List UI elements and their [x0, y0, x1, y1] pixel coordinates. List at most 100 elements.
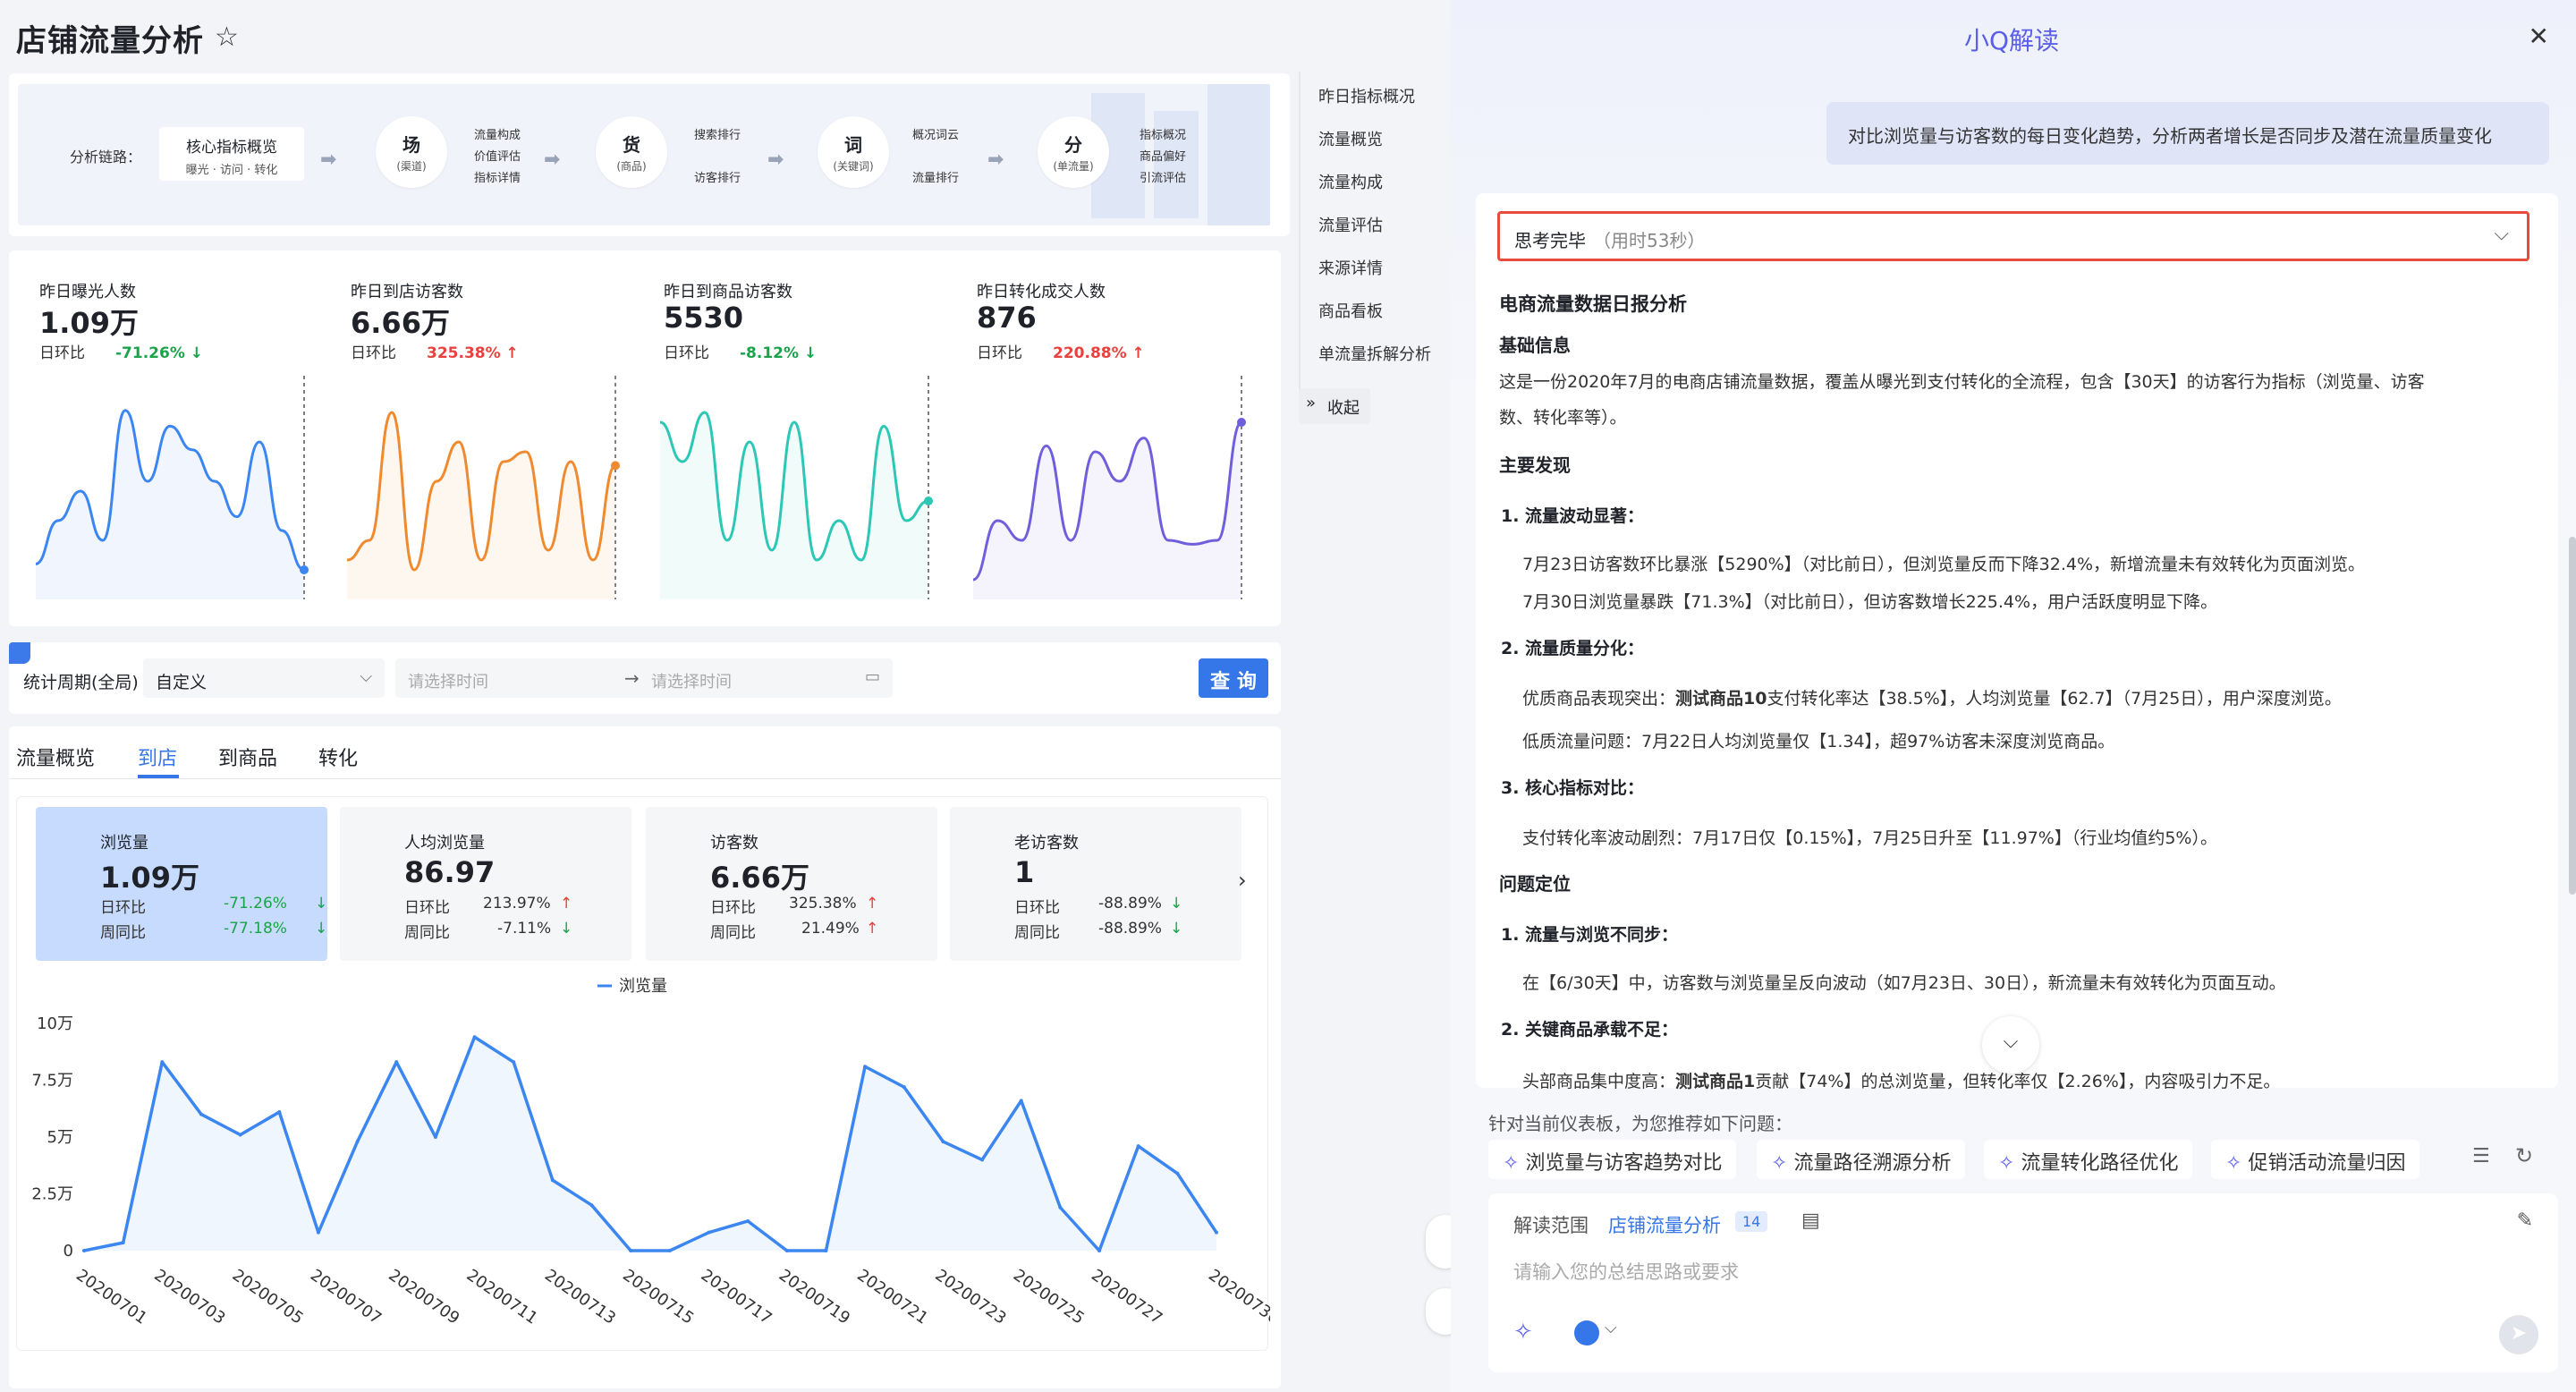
- answer-bold: 测试商品10: [1675, 689, 1767, 709]
- kpi-conversion: 昨日转化成交人数 876 日环比 220.88% ↑: [955, 250, 1268, 626]
- metric-r2: -7.11%: [497, 920, 552, 938]
- sidebar-item[interactable]: 昨日指标概况: [1318, 84, 1415, 107]
- kpi-change: -71.26%: [115, 344, 185, 362]
- date-range-picker[interactable]: 请选择时间 → 请选择时间 ▭: [395, 658, 893, 698]
- list-icon[interactable]: ☰: [2472, 1145, 2490, 1167]
- sidebar-item[interactable]: 流量评估: [1318, 213, 1383, 236]
- kpi-exposure: 昨日曝光人数 1.09万 日环比 -71.26% ↓: [9, 250, 322, 626]
- x-tick-label: 20200703: [150, 1266, 228, 1328]
- y-tick-label: 5万: [47, 1128, 73, 1147]
- thinking-toggle[interactable]: 思考完毕 （用时53秒） ⌵: [1497, 211, 2529, 261]
- series-point: [199, 1112, 203, 1116]
- kpi-store-visitors: 昨日到店访客数 6.66万 日环比 325.38% ↑: [329, 250, 642, 626]
- answer-heading: 电商流量数据日报分析: [1499, 293, 1687, 315]
- dashboard-icon[interactable]: ▤: [1801, 1210, 1820, 1232]
- refresh-icon[interactable]: ↻: [2515, 1143, 2533, 1168]
- send-button[interactable]: ➤: [2499, 1315, 2538, 1354]
- section-heading: 主要发现: [1499, 454, 1571, 476]
- kpi-sparkline: [346, 376, 620, 599]
- x-tick-label: 20200717: [698, 1266, 775, 1328]
- chain-node-goods[interactable]: 货 (商品): [596, 116, 667, 188]
- finding-title: 2. 关键商品承载不足：: [1501, 1020, 1679, 1040]
- chain-sub-item[interactable]: 搜索排行: [694, 125, 741, 142]
- close-icon[interactable]: ✕: [2529, 21, 2549, 51]
- arrow-icon: ➡: [767, 149, 784, 171]
- end-date-placeholder: 请选择时间: [651, 673, 732, 692]
- kpi-title: 昨日转化成交人数: [977, 283, 1106, 301]
- tab-goods[interactable]: 到商品: [218, 743, 277, 771]
- kpi-title: 昨日到店访客数: [351, 283, 463, 301]
- chain-node-single[interactable]: 分 (单流量): [1038, 116, 1109, 188]
- metric-card-old-visitors[interactable]: 老访客数 1 日环比 -88.89% ↓ 周同比 -88.89% ↓: [950, 807, 1241, 961]
- kpi-value: 876: [977, 301, 1037, 335]
- series-point: [1175, 1171, 1180, 1176]
- magic-icon[interactable]: ✧: [1513, 1319, 1533, 1345]
- sidebar-item[interactable]: 来源详情: [1318, 256, 1383, 279]
- chain-sub-item[interactable]: 流量构成: [474, 125, 521, 142]
- chain-sub-item[interactable]: 概况词云: [912, 125, 959, 142]
- analysis-chain-card: 分析链路： 核心指标概览 曝光 · 访问 · 转化 ➡ 场 (渠道) 流量构成 …: [9, 73, 1290, 236]
- suggestion-chip[interactable]: ✧ 流量转化路径优化: [1984, 1140, 2193, 1179]
- sidebar-item[interactable]: 商品看板: [1318, 299, 1383, 322]
- metric-card-uv[interactable]: 访客数 6.66万 日环比 325.38% ↑ 周同比 21.49% ↑: [646, 807, 937, 961]
- answer-text: 贡献【74%】的总浏览量，但转化率仅【2.26%】，内容吸引力不足。: [1755, 1072, 2281, 1091]
- metric-value: 6.66万: [710, 861, 809, 895]
- model-select-icon[interactable]: [1574, 1320, 1599, 1345]
- chevron-down-icon[interactable]: ⌵: [1605, 1319, 1617, 1337]
- chain-sub-item[interactable]: 指标概况: [1140, 125, 1186, 142]
- input-box[interactable]: 解读范围 店铺流量分析 14 ▤ ✎ 请输入您的总结思路或要求 ✧ ⌵ ➤: [1488, 1193, 2558, 1372]
- y-tick-label: 2.5万: [31, 1185, 73, 1204]
- chevron-right-icon[interactable]: ›: [1238, 868, 1247, 893]
- tab-overview[interactable]: 流量概览: [16, 743, 95, 771]
- panel-scrollbar[interactable]: [2569, 537, 2576, 895]
- chain-sub-item[interactable]: 商品偏好: [1140, 147, 1186, 164]
- tab-store[interactable]: 到店: [138, 743, 177, 771]
- metric-card-avg-pv[interactable]: 人均浏览量 86.97 日环比 213.97% ↑ 周同比 -7.11% ↓: [340, 807, 631, 961]
- suggestion-chip[interactable]: ✧ 流量路径溯源分析: [1757, 1140, 1966, 1179]
- chain-sub-item[interactable]: 价值评估: [474, 147, 521, 164]
- x-tick-label: 20200730: [1205, 1266, 1270, 1328]
- sparkle-icon: ✧: [2225, 1152, 2249, 1175]
- series-point: [550, 1178, 555, 1183]
- metric-title: 浏览量: [100, 834, 148, 853]
- chain-sub-item[interactable]: 流量排行: [912, 168, 959, 185]
- chain-node-keyword[interactable]: 词 (关键词): [818, 116, 889, 188]
- metric-r1-label: 日环比: [404, 899, 450, 917]
- kpi-change-label: 日环比: [664, 344, 709, 362]
- star-icon[interactable]: ☆: [215, 21, 239, 53]
- scroll-down-icon[interactable]: ⌵: [1982, 1016, 2039, 1074]
- metric-card-pv[interactable]: 浏览量 1.09万 日环比 -71.26% ↓ 周同比 -77.18% ↓: [36, 807, 327, 961]
- chain-node-channel[interactable]: 场 (渠道): [376, 116, 447, 188]
- metric-title: 人均浏览量: [404, 834, 485, 853]
- sparkline-point: [300, 565, 309, 574]
- sidebar-item[interactable]: 流量构成: [1318, 170, 1383, 193]
- sidebar-collapse-button[interactable]: » 收起: [1299, 388, 1370, 424]
- suggestion-chip[interactable]: ✧ 浏览量与访客趋势对比: [1488, 1140, 1737, 1179]
- prompt-input[interactable]: 请输入您的总结思路或要求: [1513, 1258, 1739, 1285]
- sidebar-item[interactable]: 单流量拆解分析: [1318, 342, 1431, 365]
- start-date-placeholder: 请选择时间: [408, 673, 488, 692]
- scope-value[interactable]: 店铺流量分析: [1608, 1211, 1721, 1238]
- suggestion-chip[interactable]: ✧ 促销活动流量归因: [2211, 1140, 2420, 1179]
- tab-conversion[interactable]: 转化: [318, 743, 358, 771]
- x-tick-label: 20200715: [619, 1266, 697, 1328]
- section-heading: 基础信息: [1499, 335, 1571, 356]
- sparkline-area: [347, 412, 615, 599]
- series-point: [277, 1110, 282, 1115]
- chain-sub-item[interactable]: 指标详情: [474, 168, 521, 185]
- answer-bold: 测试商品1: [1675, 1072, 1756, 1091]
- series-point: [1215, 1230, 1218, 1235]
- kpi-change: 220.88%: [1053, 344, 1127, 362]
- chain-sub-item[interactable]: 引流评估: [1140, 168, 1186, 185]
- period-select[interactable]: 自定义 ⌵: [143, 658, 385, 698]
- kpi-card: 昨日曝光人数 1.09万 日环比 -71.26% ↓ 昨日到店访客数 6.66万 …: [9, 250, 1281, 626]
- arrow-down-icon: ↓: [184, 344, 204, 362]
- chain-core-box[interactable]: 核心指标概览 曝光 · 访问 · 转化: [159, 127, 304, 181]
- arrow-down-icon: ↓: [1170, 895, 1183, 912]
- sidebar-item[interactable]: 流量概览: [1318, 127, 1383, 150]
- query-button[interactable]: 查 询: [1199, 658, 1268, 698]
- chain-sub-item[interactable]: 访客排行: [694, 168, 741, 185]
- edit-icon[interactable]: ✎: [2517, 1210, 2533, 1232]
- x-tick-label: 20200723: [932, 1266, 1010, 1328]
- suggestion-text: 促销活动流量归因: [2248, 1152, 2406, 1175]
